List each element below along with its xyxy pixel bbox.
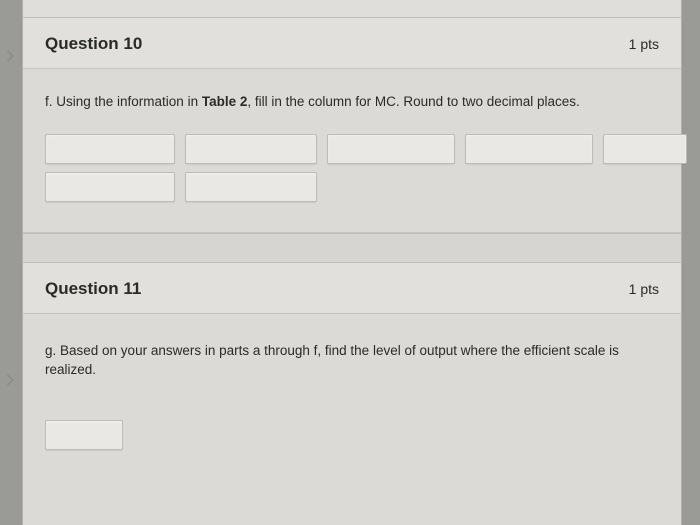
mc-input-2[interactable] <box>185 134 317 164</box>
quiz-panel: Question 10 1 pts f. Using the informati… <box>22 0 682 525</box>
question-10-prompt: f. Using the information in Table 2, fil… <box>45 93 659 112</box>
mc-input-3[interactable] <box>327 134 455 164</box>
chevron-right-icon <box>3 373 17 387</box>
question-11-points: 1 pts <box>629 281 659 297</box>
mc-input-5[interactable] <box>603 134 687 164</box>
prompt-table-ref: Table 2 <box>202 94 248 109</box>
prompt-text-suffix: , fill in the column for MC. Round to tw… <box>247 94 579 109</box>
question-gap <box>23 233 681 263</box>
question-10-title: Question 10 <box>45 34 142 54</box>
mc-input-4[interactable] <box>465 134 593 164</box>
question-10-points: 1 pts <box>629 36 659 52</box>
chevron-right-icon <box>3 49 17 63</box>
mc-input-7[interactable] <box>185 172 317 202</box>
answer-row-1 <box>45 134 659 164</box>
prompt-text-prefix: f. Using the information in <box>45 94 202 109</box>
mc-input-1[interactable] <box>45 134 175 164</box>
question-10-body: f. Using the information in Table 2, fil… <box>23 69 681 233</box>
question-11-prompt: g. Based on your answers in parts a thro… <box>45 342 659 380</box>
answer-row-2 <box>45 172 659 202</box>
efficient-scale-input[interactable] <box>45 420 123 450</box>
expand-toggle-q10[interactable] <box>2 48 18 64</box>
expand-toggle-q11[interactable] <box>2 372 18 388</box>
previous-question-edge <box>23 0 681 18</box>
question-11-header: Question 11 1 pts <box>23 263 681 314</box>
question-11-body: g. Based on your answers in parts a thro… <box>23 314 681 468</box>
question-10-header: Question 10 1 pts <box>23 18 681 69</box>
mc-input-6[interactable] <box>45 172 175 202</box>
question-11-title: Question 11 <box>45 279 141 299</box>
